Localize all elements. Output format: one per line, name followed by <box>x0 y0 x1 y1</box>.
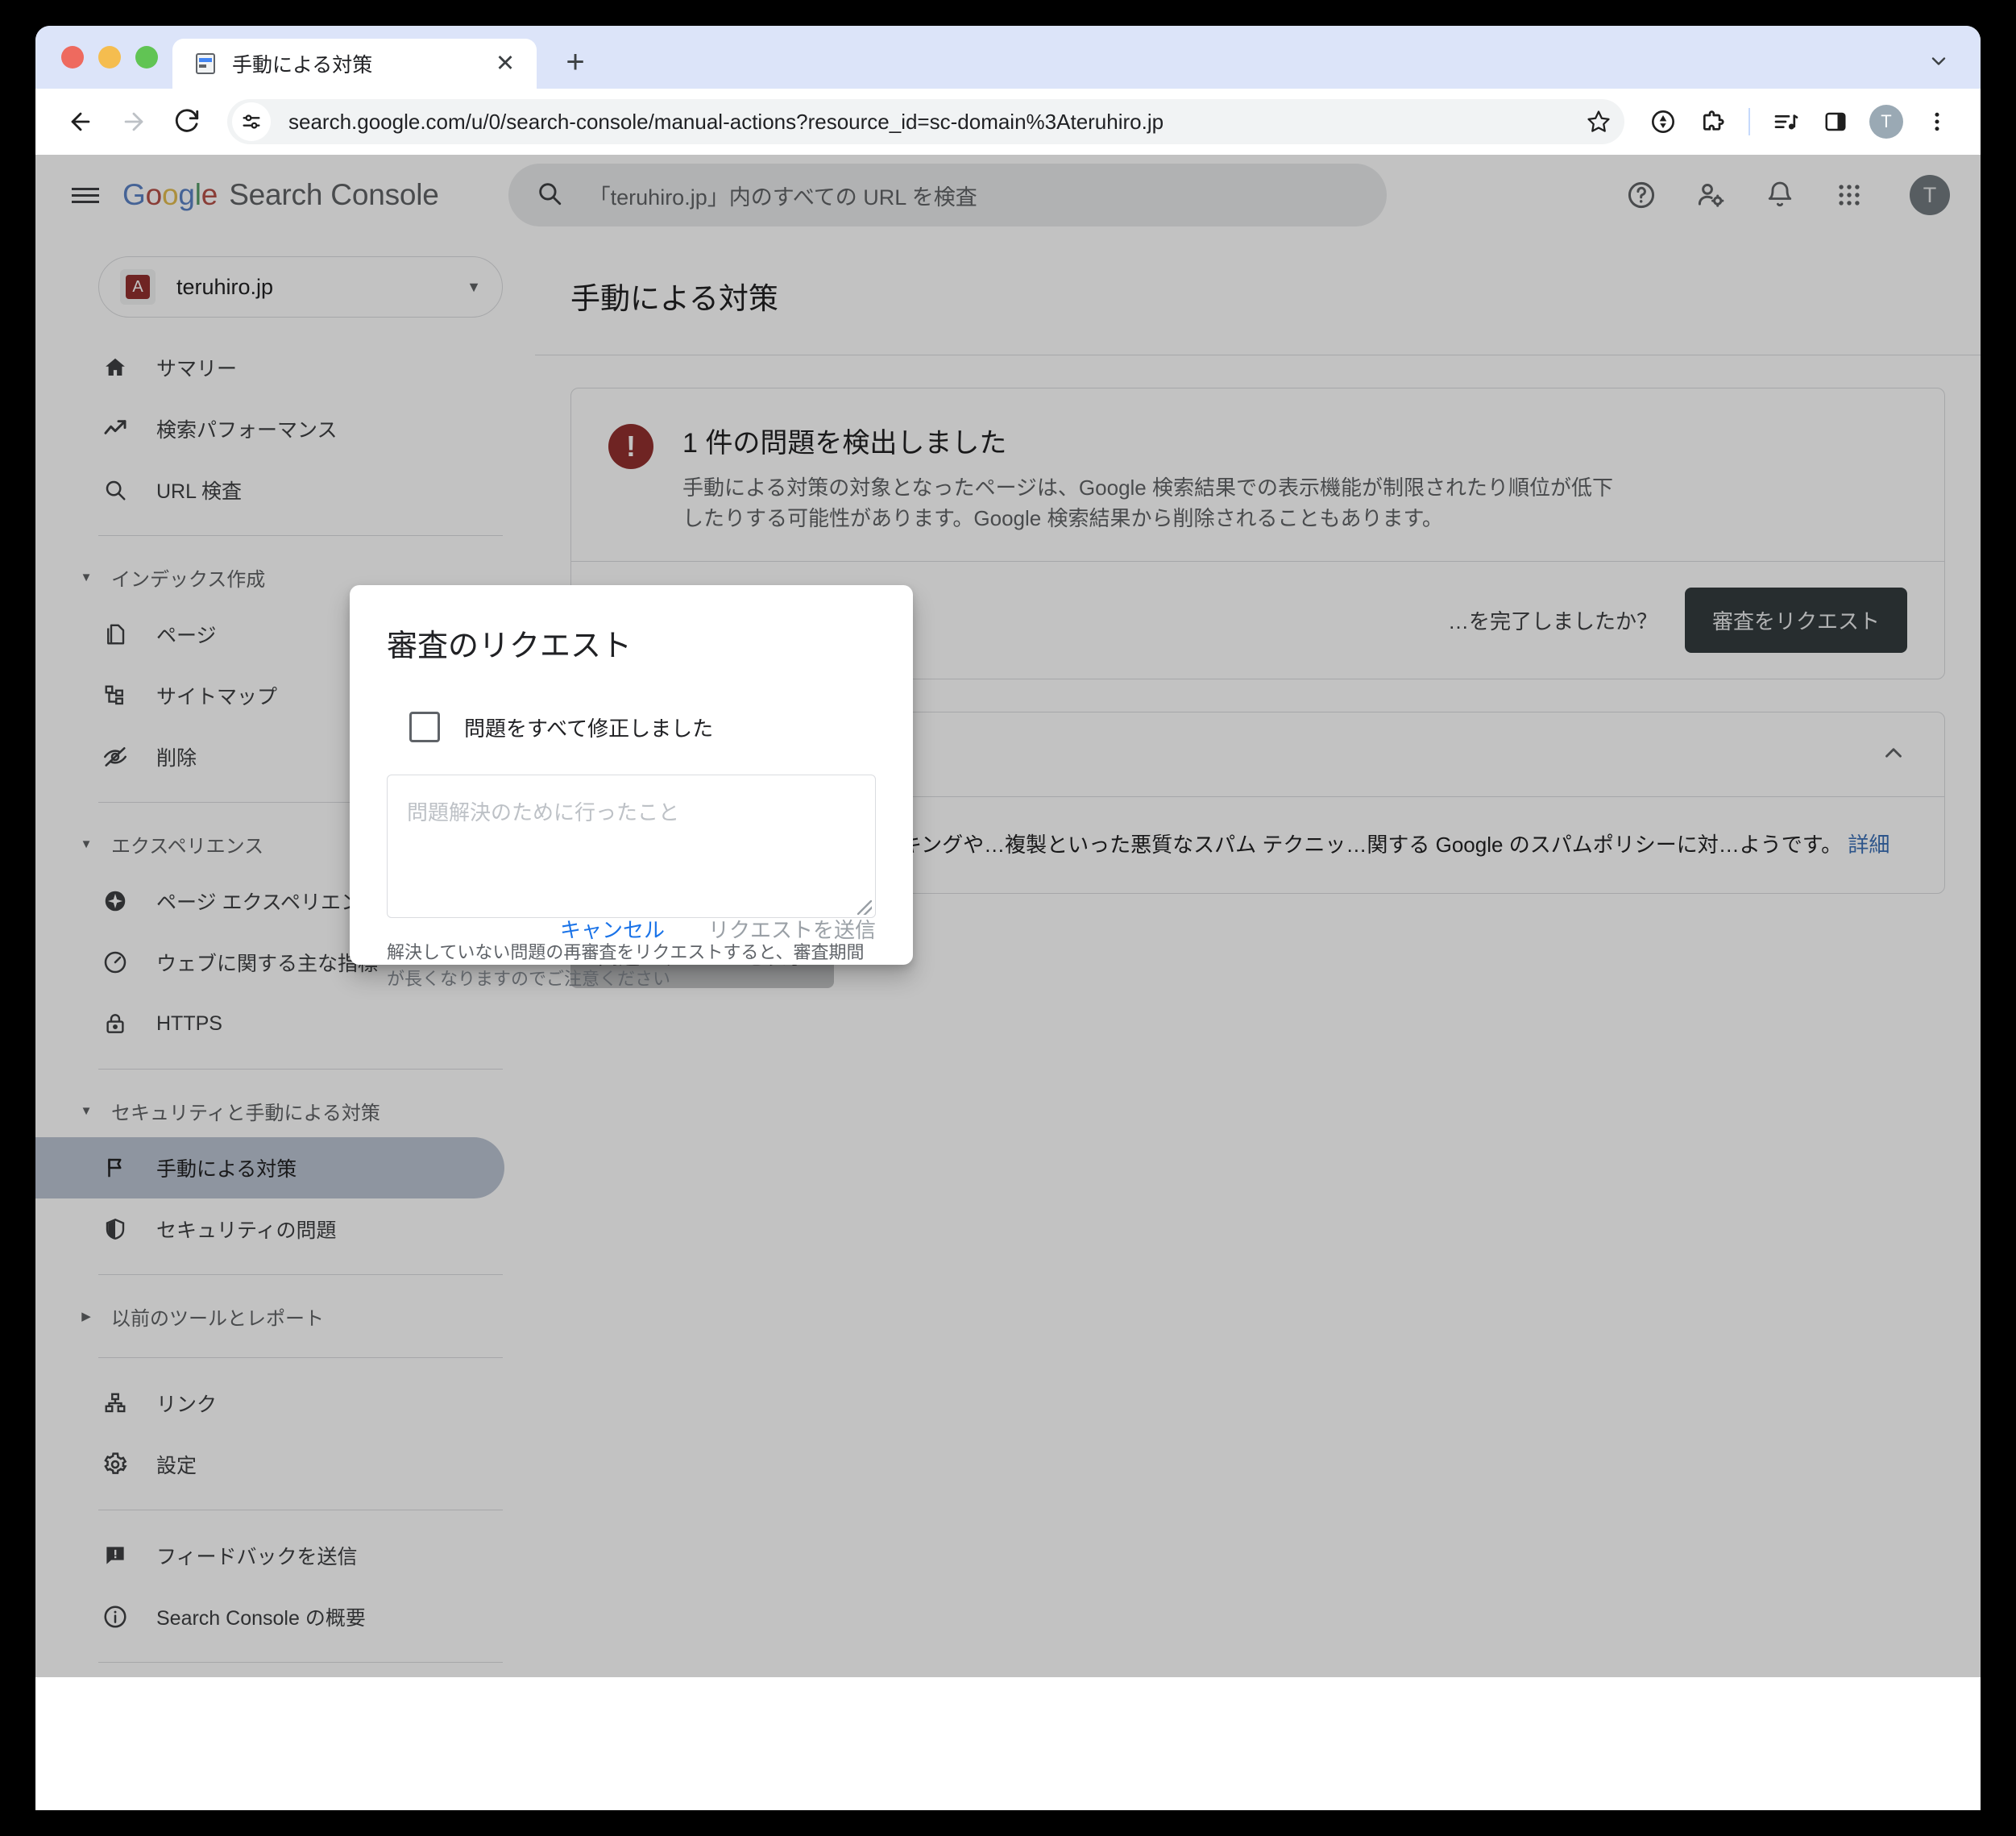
forward-button[interactable] <box>110 98 158 146</box>
search-console-page: GoogleSearch Console 「teruhiro.jp」内のすべての… <box>35 155 1981 1810</box>
address-bar-url[interactable]: search.google.com/u/0/search-console/man… <box>271 110 1578 135</box>
media-playlist-icon[interactable] <box>1763 99 1808 144</box>
reload-button[interactable] <box>163 98 211 146</box>
toolbar-divider <box>1748 108 1750 135</box>
fixed-all-issues-label: 問題をすべて修正しました <box>464 712 713 742</box>
request-review-dialog-box: 審査のリクエスト 問題をすべて修正しました 問題解決のために行ったこと 解決して… <box>350 585 913 965</box>
browser-tab-strip: 手動による対策 ✕ + <box>35 26 1981 89</box>
tab-search-chevron-down-icon[interactable] <box>1924 47 1953 76</box>
tab-title: 手動による対策 <box>232 49 477 78</box>
window-traffic-lights <box>53 26 172 89</box>
dialog-title: 審査のリクエスト <box>387 621 876 665</box>
actions-taken-placeholder: 問題解決のために行ったこと <box>407 796 679 826</box>
textarea-resize-handle[interactable] <box>857 900 872 915</box>
bookmark-star-icon[interactable] <box>1578 110 1620 134</box>
browser-window: 手動による対策 ✕ + search.google.com/u/0/search… <box>35 26 1981 1810</box>
cancel-button[interactable]: キャンセル <box>560 914 665 944</box>
site-settings-tune-icon[interactable] <box>232 102 271 141</box>
minimize-window-button[interactable] <box>98 46 121 69</box>
submit-request-button[interactable]: リクエストを送信 <box>708 914 876 944</box>
request-review-dialog: 審査のリクエスト 問題をすべて修正しました 問題解決のために行ったこと 解決して… <box>350 585 913 965</box>
modal-scrim[interactable] <box>35 155 1981 1810</box>
dialog-note: 解決していない問題の再審査をリクエストすると、審査期間が長くなりますのでご注意く… <box>387 939 876 992</box>
close-window-button[interactable] <box>61 46 84 69</box>
side-panel-icon[interactable] <box>1813 99 1858 144</box>
browser-toolbar: search.google.com/u/0/search-console/man… <box>35 89 1981 155</box>
three-dot-menu-icon[interactable] <box>1914 99 1960 144</box>
address-bar[interactable]: search.google.com/u/0/search-console/man… <box>227 99 1624 144</box>
close-tab-icon[interactable]: ✕ <box>492 50 519 77</box>
privacy-shield-icon[interactable] <box>1641 99 1686 144</box>
back-button[interactable] <box>56 98 105 146</box>
browser-tab[interactable]: 手動による対策 ✕ <box>172 39 537 89</box>
new-tab-button[interactable]: + <box>553 39 598 85</box>
fixed-all-issues-checkbox[interactable] <box>409 712 440 742</box>
dialog-actions: キャンセル リクエストを送信 <box>560 914 876 944</box>
fixed-all-issues-row[interactable]: 問題をすべて修正しました <box>387 712 876 742</box>
browser-profile-avatar[interactable]: T <box>1869 105 1903 139</box>
search-console-favicon-icon <box>193 52 218 76</box>
maximize-window-button[interactable] <box>135 46 158 69</box>
actions-taken-textarea[interactable]: 問題解決のために行ったこと <box>387 775 876 918</box>
extensions-puzzle-icon[interactable] <box>1690 99 1736 144</box>
